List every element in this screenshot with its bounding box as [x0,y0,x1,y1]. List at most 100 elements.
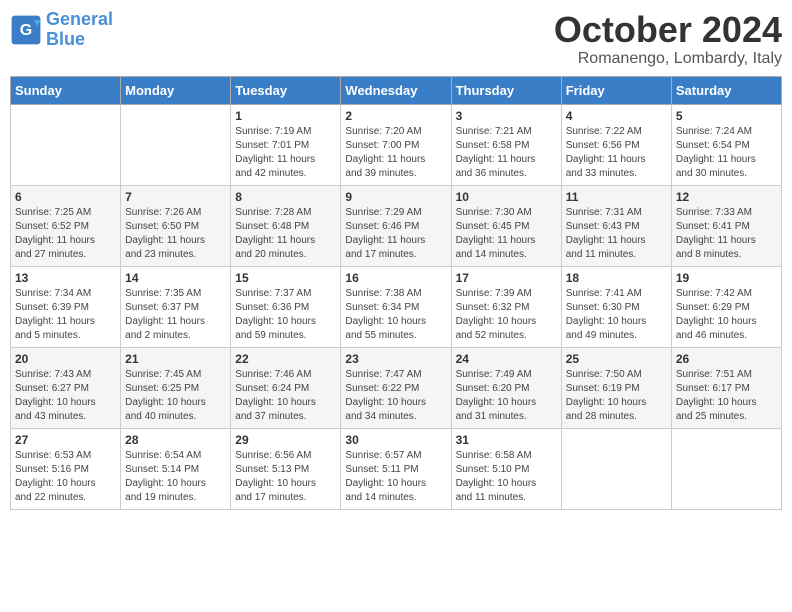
day-detail: Sunrise: 7:37 AM Sunset: 6:36 PM Dayligh… [235,287,336,343]
calendar-cell: 26 Sunrise: 7:51 AM Sunset: 6:17 PM Dayli… [671,347,781,428]
calendar-week-row: 13 Sunrise: 7:34 AM Sunset: 6:39 PM Dayli… [11,266,782,347]
calendar-cell: 12 Sunrise: 7:33 AM Sunset: 6:41 PM Dayli… [671,185,781,266]
calendar-cell: 10Sunrise: 7:30 AM Sunset: 6:45 PM Dayli… [451,185,561,266]
weekday-header: Tuesday [231,76,341,104]
calendar-cell: 20 Sunrise: 7:43 AM Sunset: 6:27 PM Dayli… [11,347,121,428]
weekday-header: Saturday [671,76,781,104]
logo-line1: General [46,9,113,29]
day-number: 25 [566,352,667,366]
calendar-cell: 4Sunrise: 7:22 AM Sunset: 6:56 PM Daylig… [561,104,671,185]
calendar-week-row: 20 Sunrise: 7:43 AM Sunset: 6:27 PM Dayli… [11,347,782,428]
day-number: 2 [345,109,446,123]
day-number: 28 [125,433,226,447]
day-detail: Sunrise: 7:26 AM Sunset: 6:50 PM Dayligh… [125,206,226,262]
calendar-cell: 24Sunrise: 7:49 AM Sunset: 6:20 PM Dayli… [451,347,561,428]
day-number: 21 [125,352,226,366]
day-detail: Sunrise: 6:54 AM Sunset: 5:14 PM Dayligh… [125,449,226,505]
day-detail: Sunrise: 7:24 AM Sunset: 6:54 PM Dayligh… [676,125,777,181]
day-number: 4 [566,109,667,123]
day-detail: Sunrise: 7:29 AM Sunset: 6:46 PM Dayligh… [345,206,446,262]
day-number: 13 [15,271,116,285]
day-detail: Sunrise: 7:25 AM Sunset: 6:52 PM Dayligh… [15,206,116,262]
calendar-cell: 17Sunrise: 7:39 AM Sunset: 6:32 PM Dayli… [451,266,561,347]
calendar-cell [11,104,121,185]
calendar-cell: 16 Sunrise: 7:38 AM Sunset: 6:34 PM Dayli… [341,266,451,347]
day-detail: Sunrise: 7:43 AM Sunset: 6:27 PM Dayligh… [15,368,116,424]
day-number: 27 [15,433,116,447]
calendar-cell [671,428,781,509]
day-number: 11 [566,190,667,204]
svg-text:G: G [20,22,32,39]
page-header: G General Blue October 2024 Romanengo, L… [10,10,782,68]
day-number: 30 [345,433,446,447]
day-number: 8 [235,190,336,204]
day-detail: Sunrise: 7:46 AM Sunset: 6:24 PM Dayligh… [235,368,336,424]
weekday-header: Thursday [451,76,561,104]
calendar-week-row: 6 Sunrise: 7:25 AM Sunset: 6:52 PM Daylig… [11,185,782,266]
day-number: 6 [15,190,116,204]
day-number: 26 [676,352,777,366]
calendar-cell: 3 Sunrise: 7:21 AM Sunset: 6:58 PM Daylig… [451,104,561,185]
day-number: 15 [235,271,336,285]
day-detail: Sunrise: 6:57 AM Sunset: 5:11 PM Dayligh… [345,449,446,505]
day-detail: Sunrise: 7:20 AM Sunset: 7:00 PM Dayligh… [345,125,446,181]
day-number: 12 [676,190,777,204]
logo-icon: G [10,14,42,46]
day-detail: Sunrise: 7:42 AM Sunset: 6:29 PM Dayligh… [676,287,777,343]
calendar-cell: 13 Sunrise: 7:34 AM Sunset: 6:39 PM Dayli… [11,266,121,347]
calendar-cell: 31 Sunrise: 6:58 AM Sunset: 5:10 PM Dayli… [451,428,561,509]
calendar-cell: 9Sunrise: 7:29 AM Sunset: 6:46 PM Daylig… [341,185,451,266]
logo: G General Blue [10,10,113,50]
weekday-header: Wednesday [341,76,451,104]
day-detail: Sunrise: 7:30 AM Sunset: 6:45 PM Dayligh… [456,206,557,262]
calendar-cell: 23Sunrise: 7:47 AM Sunset: 6:22 PM Dayli… [341,347,451,428]
day-number: 3 [456,109,557,123]
day-detail: Sunrise: 7:21 AM Sunset: 6:58 PM Dayligh… [456,125,557,181]
calendar-cell [121,104,231,185]
weekday-header: Monday [121,76,231,104]
calendar-cell: 1 Sunrise: 7:19 AM Sunset: 7:01 PM Daylig… [231,104,341,185]
day-number: 31 [456,433,557,447]
day-number: 16 [345,271,446,285]
day-detail: Sunrise: 7:41 AM Sunset: 6:30 PM Dayligh… [566,287,667,343]
day-detail: Sunrise: 7:51 AM Sunset: 6:17 PM Dayligh… [676,368,777,424]
day-detail: Sunrise: 7:28 AM Sunset: 6:48 PM Dayligh… [235,206,336,262]
day-detail: Sunrise: 7:19 AM Sunset: 7:01 PM Dayligh… [235,125,336,181]
day-detail: Sunrise: 7:33 AM Sunset: 6:41 PM Dayligh… [676,206,777,262]
month-title: October 2024 [554,10,782,50]
calendar-table: SundayMondayTuesdayWednesdayThursdayFrid… [10,76,782,510]
calendar-cell: 15 Sunrise: 7:37 AM Sunset: 6:36 PM Dayli… [231,266,341,347]
day-detail: Sunrise: 6:53 AM Sunset: 5:16 PM Dayligh… [15,449,116,505]
day-detail: Sunrise: 7:49 AM Sunset: 6:20 PM Dayligh… [456,368,557,424]
day-detail: Sunrise: 7:34 AM Sunset: 6:39 PM Dayligh… [15,287,116,343]
header-row: SundayMondayTuesdayWednesdayThursdayFrid… [11,76,782,104]
calendar-cell: 7 Sunrise: 7:26 AM Sunset: 6:50 PM Daylig… [121,185,231,266]
calendar-cell: 27 Sunrise: 6:53 AM Sunset: 5:16 PM Dayli… [11,428,121,509]
day-number: 22 [235,352,336,366]
logo-line2: Blue [46,29,85,49]
location-title: Romanengo, Lombardy, Italy [554,50,782,68]
day-number: 1 [235,109,336,123]
calendar-cell: 2 Sunrise: 7:20 AM Sunset: 7:00 PM Daylig… [341,104,451,185]
day-detail: Sunrise: 7:38 AM Sunset: 6:34 PM Dayligh… [345,287,446,343]
day-detail: Sunrise: 7:35 AM Sunset: 6:37 PM Dayligh… [125,287,226,343]
calendar-cell: 22 Sunrise: 7:46 AM Sunset: 6:24 PM Dayli… [231,347,341,428]
calendar-cell: 28 Sunrise: 6:54 AM Sunset: 5:14 PM Dayli… [121,428,231,509]
day-number: 17 [456,271,557,285]
day-number: 29 [235,433,336,447]
day-number: 23 [345,352,446,366]
day-detail: Sunrise: 6:56 AM Sunset: 5:13 PM Dayligh… [235,449,336,505]
day-number: 14 [125,271,226,285]
logo-text: General Blue [46,10,113,50]
calendar-cell: 19Sunrise: 7:42 AM Sunset: 6:29 PM Dayli… [671,266,781,347]
day-number: 20 [15,352,116,366]
day-number: 18 [566,271,667,285]
calendar-cell: 18 Sunrise: 7:41 AM Sunset: 6:30 PM Dayli… [561,266,671,347]
title-block: October 2024 Romanengo, Lombardy, Italy [554,10,782,68]
calendar-cell: 11Sunrise: 7:31 AM Sunset: 6:43 PM Dayli… [561,185,671,266]
day-detail: Sunrise: 7:45 AM Sunset: 6:25 PM Dayligh… [125,368,226,424]
calendar-cell: 21 Sunrise: 7:45 AM Sunset: 6:25 PM Dayli… [121,347,231,428]
day-number: 7 [125,190,226,204]
calendar-cell: 14 Sunrise: 7:35 AM Sunset: 6:37 PM Dayli… [121,266,231,347]
day-detail: Sunrise: 6:58 AM Sunset: 5:10 PM Dayligh… [456,449,557,505]
